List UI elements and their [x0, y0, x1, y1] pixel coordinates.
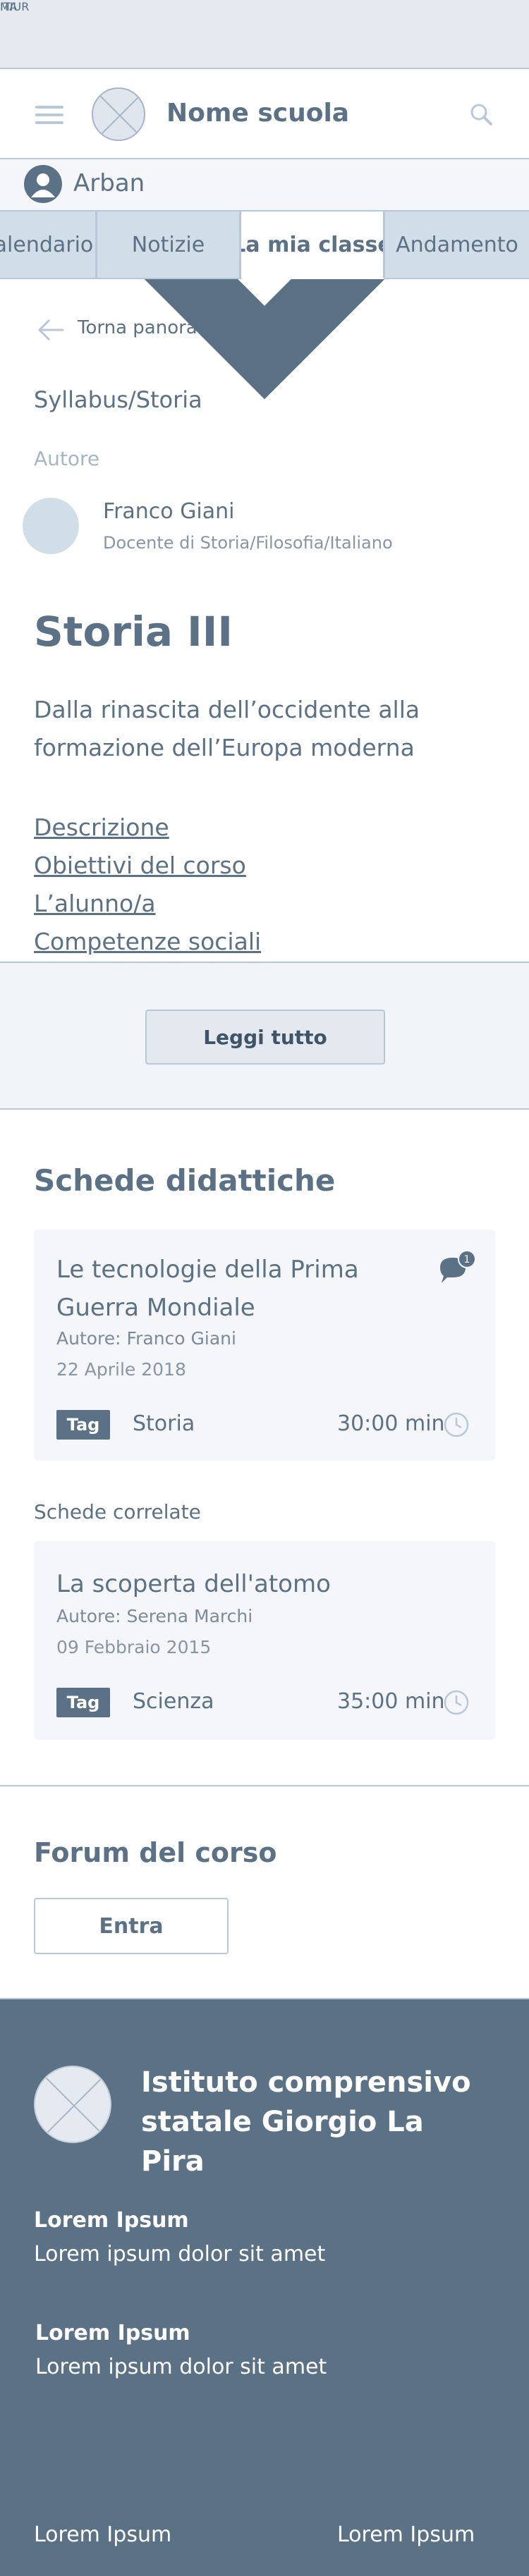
enter-forum-button[interactable]: Entra	[34, 1898, 229, 1954]
comment-icon[interactable]: 1	[437, 1249, 477, 1286]
language-selector[interactable]: ITA	[0, 0, 17, 13]
institute-name: Istituto comprensivo statale Giorgio La …	[141, 2066, 471, 2178]
course-subtitle: Dalla rinascita dell’occidente alla form…	[34, 696, 420, 761]
card-author: Autore: Franco Giani	[56, 1328, 236, 1349]
back-link[interactable]: Torna panoramica classe	[78, 317, 304, 338]
duration: 30:00 min	[337, 1411, 445, 1436]
link-competenze[interactable]: Competenze sociali	[34, 928, 261, 955]
tab-andamento[interactable]: Andamento	[385, 211, 529, 279]
footer-block-title: Lorem Ipsum	[34, 2208, 189, 2233]
author-role: Docente di Storia/Filosofia/Italiano	[103, 533, 393, 553]
related-heading: Schede correlate	[34, 1500, 201, 1523]
footer-link[interactable]: Lorem Ipsum	[34, 2522, 171, 2547]
footer-block-text: Lorem ipsum dolor sit amet	[34, 2242, 326, 2267]
footer-block-text: Lorem ipsum dolor sit amet	[35, 2355, 327, 2379]
author-value: Serena Marchi	[126, 1606, 253, 1626]
tab-label: Notizie	[131, 232, 205, 257]
tab-la-mia-classe[interactable]: La mia classe	[241, 211, 385, 279]
card-author: Autore: Serena Marchi	[56, 1606, 253, 1626]
tab-notizie[interactable]: Notizie	[97, 211, 241, 279]
tab-label: Andamento	[396, 232, 518, 257]
footer-link[interactable]: Lorem Ipsum	[337, 2522, 475, 2547]
forum-title: Forum del corso	[34, 1837, 277, 1868]
comment-count: 1	[464, 1254, 470, 1265]
hamburger-icon[interactable]	[35, 106, 63, 124]
tab-calendario[interactable]: Calendario	[0, 211, 97, 279]
link-alunno[interactable]: L’alunno/a	[34, 890, 156, 917]
read-more-button[interactable]: Leggi tutto	[145, 1010, 385, 1065]
tag-value[interactable]: Scienza	[133, 1689, 214, 1714]
clock-icon	[444, 1690, 469, 1715]
author-value: Franco Giani	[126, 1328, 236, 1349]
footer-block-title: Lorem Ipsum	[35, 2321, 190, 2345]
user-name[interactable]: Arban	[73, 169, 145, 197]
tag-badge: Tag	[56, 1410, 110, 1440]
tag-badge: Tag	[56, 1688, 110, 1717]
school-name[interactable]: Nome scuola	[166, 99, 349, 128]
author-label: Autore:	[56, 1606, 121, 1626]
school-logo[interactable]	[92, 87, 145, 141]
author-heading: Autore	[34, 447, 100, 470]
duration: 35:00 min	[337, 1689, 445, 1714]
card-title[interactable]: La scoperta dell'atomo	[56, 1565, 437, 1603]
link-descrizione[interactable]: Descrizione	[34, 814, 169, 841]
search-icon[interactable]	[468, 102, 494, 127]
author-avatar	[23, 498, 79, 554]
forum-panel	[0, 1785, 529, 1999]
author-name: Franco Giani	[103, 499, 235, 524]
course-title: Storia III	[34, 608, 233, 656]
breadcrumb: Syllabus/Storia	[34, 386, 202, 413]
link-obiettivi[interactable]: Obiettivi del corso	[34, 852, 246, 879]
tab-label: La mia classe	[241, 232, 385, 257]
card-title[interactable]: Le tecnologie della Prima Guerra Mondial…	[56, 1251, 437, 1327]
section-title: Schede didattiche	[34, 1163, 336, 1198]
card-date: 22 Aprile 2018	[56, 1359, 186, 1380]
user-icon[interactable]	[24, 165, 62, 203]
tag-value[interactable]: Storia	[133, 1411, 195, 1436]
tab-label: Calendario	[0, 232, 94, 257]
arrow-left-icon[interactable]	[35, 316, 66, 344]
institute-logo	[34, 2066, 111, 2143]
card-date: 09 Febbraio 2015	[56, 1637, 212, 1657]
author-label: Autore:	[56, 1328, 121, 1349]
clock-icon	[444, 1412, 469, 1437]
